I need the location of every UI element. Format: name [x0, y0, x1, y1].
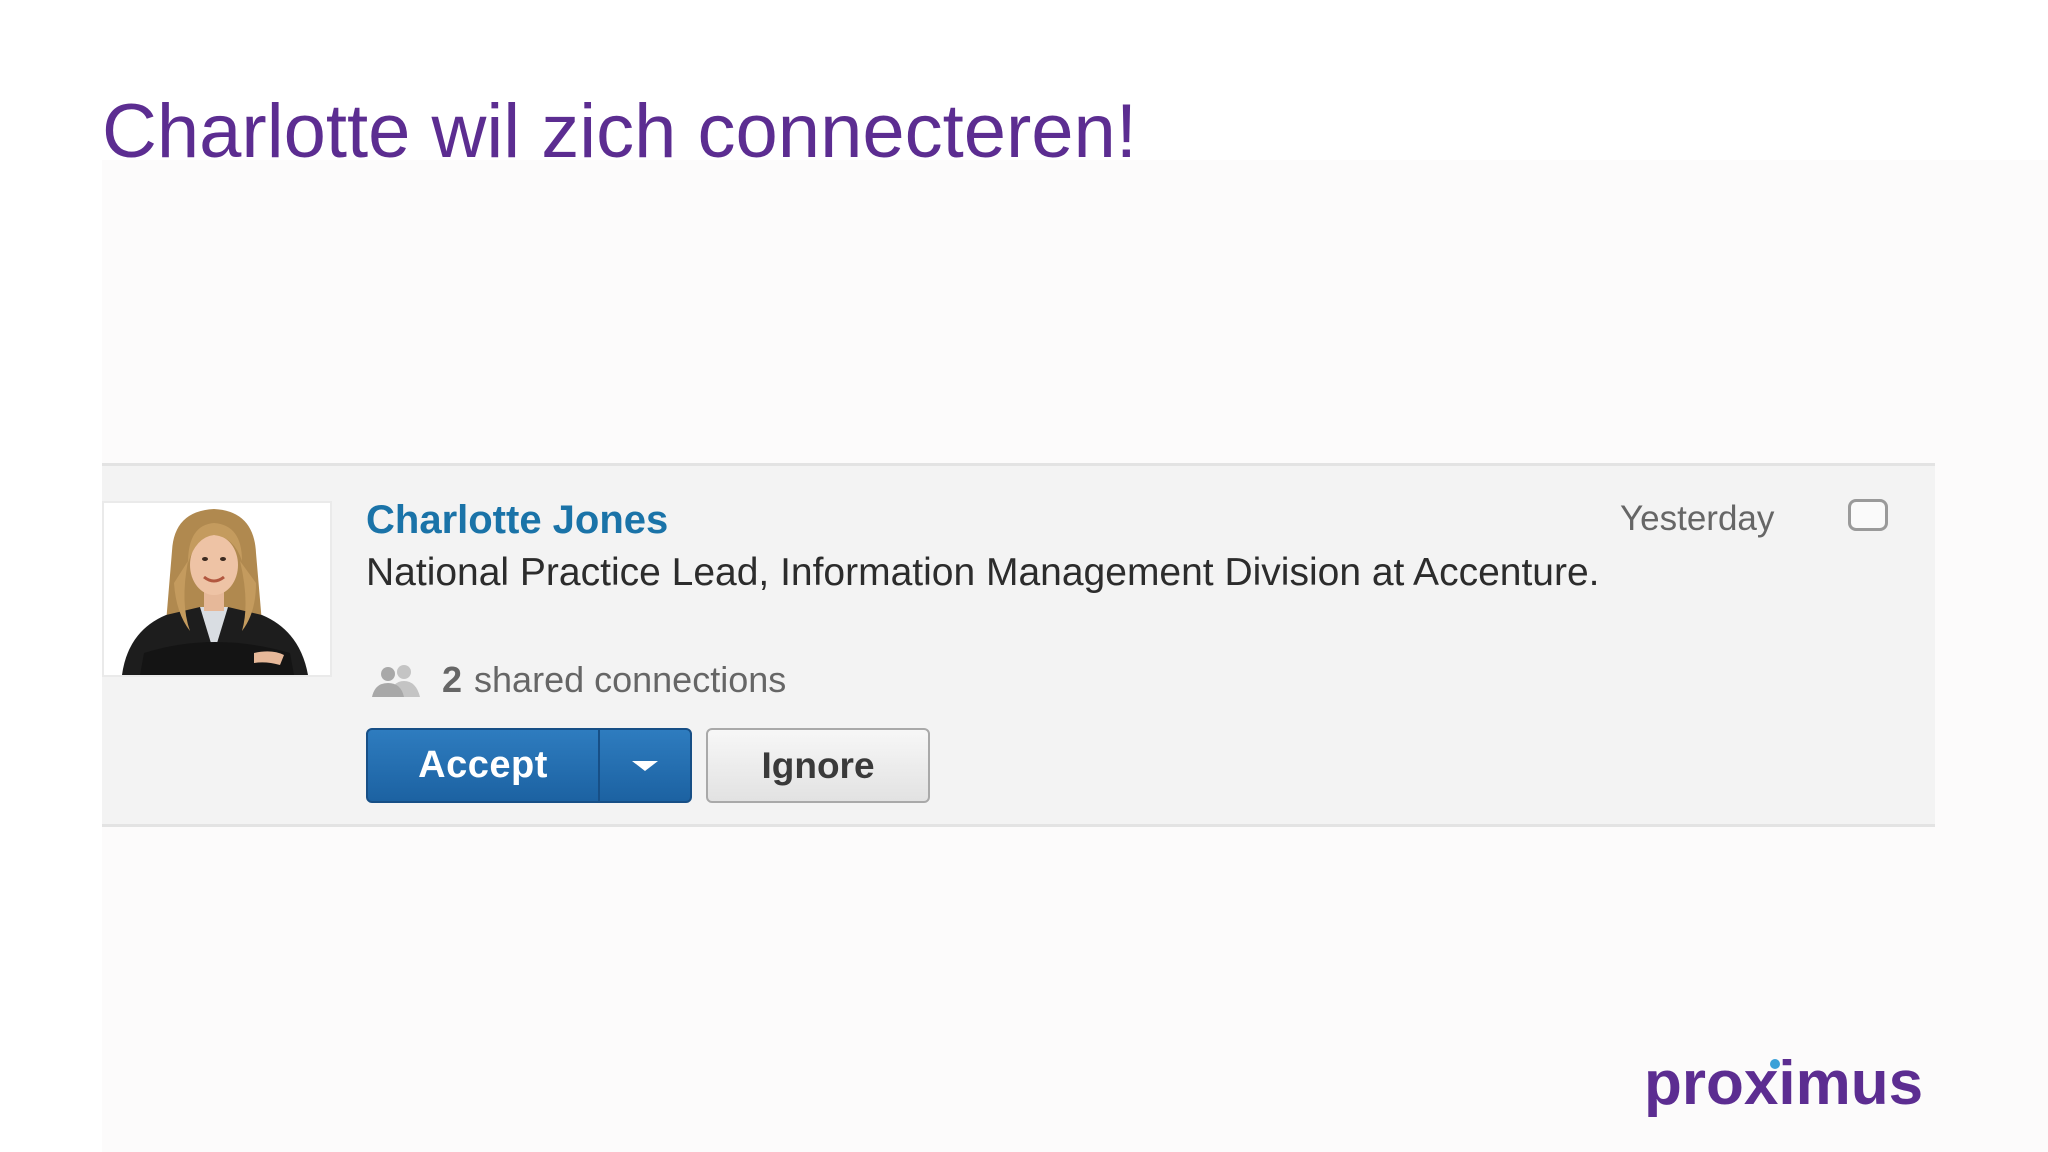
avatar[interactable] — [102, 501, 332, 677]
accept-dropdown-button[interactable] — [598, 730, 690, 801]
chevron-down-icon — [632, 760, 658, 771]
proximus-logo: proximus — [1644, 1049, 1923, 1118]
people-icon — [372, 665, 420, 697]
contact-name-link[interactable]: Charlotte Jones — [366, 496, 668, 544]
timestamp: Yesterday — [1620, 499, 1775, 538]
ignore-button[interactable]: Ignore — [706, 728, 930, 803]
accept-button[interactable]: Accept — [368, 730, 598, 801]
slide-title: Charlotte wil zich connecteren! — [102, 89, 1137, 174]
select-checkbox[interactable] — [1848, 499, 1888, 531]
shared-count: 2 — [442, 659, 463, 700]
invitation-card: Charlotte Jones Yesterday National Pract… — [102, 463, 1935, 827]
accept-button-group: Accept — [366, 728, 692, 803]
avatar-photo — [104, 503, 330, 675]
contact-headline: National Practice Lead, Information Mana… — [366, 551, 1600, 594]
shared-label: shared connections — [474, 659, 787, 700]
shared-connections[interactable]: 2 shared connections — [366, 657, 786, 703]
logo-text: proximus — [1644, 1049, 1923, 1118]
